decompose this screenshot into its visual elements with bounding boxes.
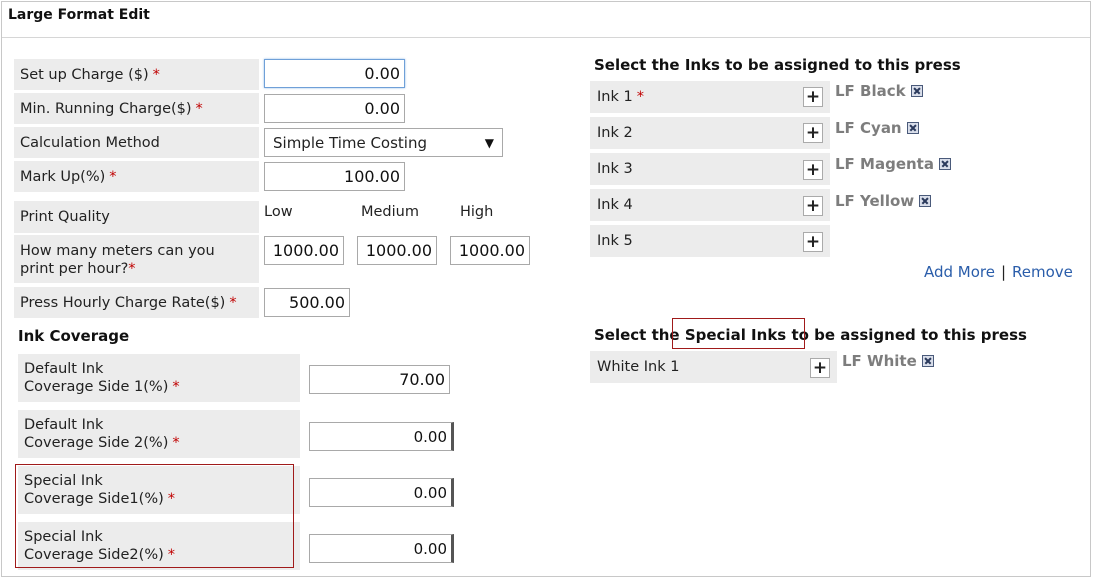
special-inks-highlight-box <box>672 318 805 349</box>
close-box-icon[interactable] <box>938 158 951 170</box>
meters-high-input[interactable] <box>450 236 530 265</box>
plus-icon[interactable]: + <box>810 358 830 378</box>
plus-icon[interactable]: + <box>803 232 823 252</box>
ink-slot-5: Ink 5 <box>590 225 830 257</box>
quality-high-header: High <box>460 204 494 220</box>
default-ink-side2-label: Default Ink Coverage Side 2(%) * <box>18 410 300 458</box>
setup-charge-input[interactable] <box>264 59 405 88</box>
mark-up-label: Mark Up(%) * <box>14 161 259 192</box>
min-running-charge-input[interactable] <box>264 94 405 123</box>
mark-up-input[interactable] <box>264 162 405 191</box>
special-inks-heading: Select the Special Inks to be assigned t… <box>594 326 1027 344</box>
quality-low-header: Low <box>264 204 293 220</box>
assigned-ink-2: LF Cyan <box>835 119 919 137</box>
assigned-ink-3: LF Magenta <box>835 155 951 173</box>
close-box-icon[interactable] <box>910 85 923 97</box>
meters-per-hour-label: How many meters can you print per hour?* <box>14 235 259 283</box>
plus-icon[interactable]: + <box>803 196 823 216</box>
ink-slot-4: Ink 4 <box>590 189 830 221</box>
plus-icon[interactable]: + <box>803 160 823 180</box>
hourly-rate-label: Press Hourly Charge Rate($) * <box>14 287 259 318</box>
special-ink-side2-input[interactable] <box>309 534 454 563</box>
hourly-rate-input[interactable] <box>264 288 350 317</box>
panel-title: Large Format Edit <box>8 7 150 23</box>
close-box-icon[interactable] <box>919 195 932 207</box>
special-ink-slot-1: White Ink 1 <box>590 351 837 383</box>
default-ink-side2-input[interactable] <box>309 422 454 451</box>
calculation-method-value: Simple Time Costing <box>273 133 428 152</box>
setup-charge-label: Set up Charge ($) * <box>14 59 259 90</box>
default-ink-side1-input[interactable] <box>309 365 450 394</box>
quality-medium-header: Medium <box>361 204 419 220</box>
plus-icon[interactable]: + <box>803 87 823 107</box>
min-running-charge-label: Min. Running Charge($) * <box>14 93 259 124</box>
plus-icon[interactable]: + <box>803 123 823 143</box>
ink-slot-2: Ink 2 <box>590 117 830 149</box>
ink-slot-3: Ink 3 <box>590 153 830 185</box>
print-quality-label: Print Quality <box>14 201 259 233</box>
special-ink-side1-input[interactable] <box>309 478 454 507</box>
special-ink-highlight-box <box>15 464 294 568</box>
panel-header: Large Format Edit <box>2 2 1090 38</box>
calculation-method-label: Calculation Method <box>14 127 259 158</box>
close-box-icon[interactable] <box>921 355 934 367</box>
remove-link[interactable]: Remove <box>1012 263 1073 281</box>
assigned-special-ink-1: LF White <box>842 352 934 370</box>
ink-coverage-heading: Ink Coverage <box>18 327 130 345</box>
assigned-ink-4: LF Yellow <box>835 192 932 210</box>
caret-down-icon: ▼ <box>484 135 494 150</box>
meters-low-input[interactable] <box>264 236 344 265</box>
meters-medium-input[interactable] <box>357 236 437 265</box>
add-more-link[interactable]: Add More <box>924 263 995 281</box>
ink-slot-1: Ink 1 * <box>590 81 830 113</box>
close-box-icon[interactable] <box>906 122 919 134</box>
link-separator: | <box>1001 263 1007 281</box>
assigned-ink-1: LF Black <box>835 82 923 100</box>
calculation-method-select[interactable]: Simple Time Costing ▼ <box>264 128 503 157</box>
default-ink-side1-label: Default Ink Coverage Side 1(%) * <box>18 354 300 402</box>
inks-heading: Select the Inks to be assigned to this p… <box>594 56 961 74</box>
